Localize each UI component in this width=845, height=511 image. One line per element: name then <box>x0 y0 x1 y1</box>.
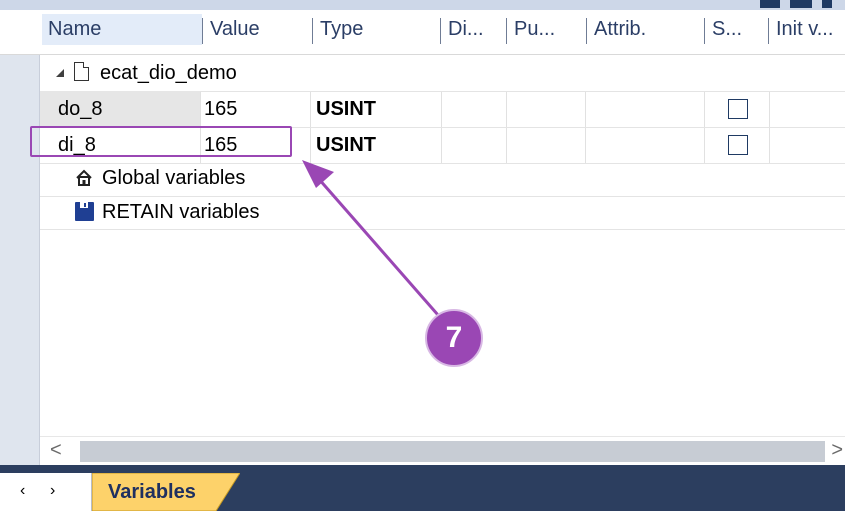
annotation-highlight-box <box>30 126 292 157</box>
column-separator[interactable] <box>506 18 507 44</box>
tab-nav-left-button[interactable]: ‹ <box>20 482 25 500</box>
tab-bar: ‹ › Variables <box>0 465 845 511</box>
save-icon <box>75 202 94 221</box>
variable-type[interactable]: USINT <box>316 91 436 127</box>
column-header-name[interactable]: Name <box>42 14 202 45</box>
toolbar-strip <box>0 0 845 10</box>
home-icon <box>76 169 92 186</box>
tree-node-global-variables[interactable]: Global variables <box>40 160 845 196</box>
expand-arrow-icon[interactable] <box>56 69 64 77</box>
tree-node-label: Global variables <box>102 167 246 189</box>
column-header-di[interactable]: Di... <box>442 14 504 45</box>
column-header-type[interactable]: Type <box>314 14 438 45</box>
tab-variables[interactable]: Variables <box>92 473 240 511</box>
tree-node-label: RETAIN variables <box>102 201 260 223</box>
tab-label: Variables <box>108 481 196 503</box>
toolbar-glyph <box>760 0 780 8</box>
variable-value[interactable]: 165 <box>204 91 304 127</box>
column-separator[interactable] <box>704 18 705 44</box>
scroll-left-button[interactable]: < <box>50 439 62 462</box>
toolbar-glyph <box>822 0 832 8</box>
annotation-step-badge: 7 <box>425 309 483 367</box>
column-header-attrib[interactable]: Attrib. <box>588 14 702 45</box>
column-header-init[interactable]: Init v... <box>770 14 845 45</box>
checkbox-icon[interactable] <box>728 135 748 155</box>
column-separator[interactable] <box>202 18 203 44</box>
column-separator[interactable] <box>440 18 441 44</box>
tree-root-row[interactable]: ecat_dio_demo <box>40 55 845 91</box>
row-header-column <box>0 10 40 465</box>
checkbox-icon[interactable] <box>728 99 748 119</box>
column-header-pu[interactable]: Pu... <box>508 14 584 45</box>
column-separator[interactable] <box>586 18 587 44</box>
column-header-s[interactable]: S... <box>706 14 766 45</box>
scroll-right-button[interactable]: > <box>831 439 843 462</box>
scrollbar-thumb[interactable] <box>80 441 825 462</box>
column-separator[interactable] <box>312 18 313 44</box>
tab-navigation: ‹ › <box>0 473 92 511</box>
variable-type[interactable]: USINT <box>316 127 436 163</box>
horizontal-scrollbar[interactable]: < > <box>40 436 845 465</box>
toolbar-glyph <box>790 0 812 8</box>
variable-name[interactable]: do_8 <box>40 91 200 127</box>
tree-root-label: ecat_dio_demo <box>100 62 237 84</box>
table-row[interactable]: do_8 165 USINT <box>40 91 845 127</box>
column-separator[interactable] <box>768 18 769 44</box>
column-header-value[interactable]: Value <box>204 14 310 45</box>
tree-node-retain-variables[interactable]: RETAIN variables <box>40 194 845 230</box>
grid-line <box>40 229 845 230</box>
tab-nav-right-button[interactable]: › <box>50 482 55 500</box>
document-icon <box>74 62 89 81</box>
